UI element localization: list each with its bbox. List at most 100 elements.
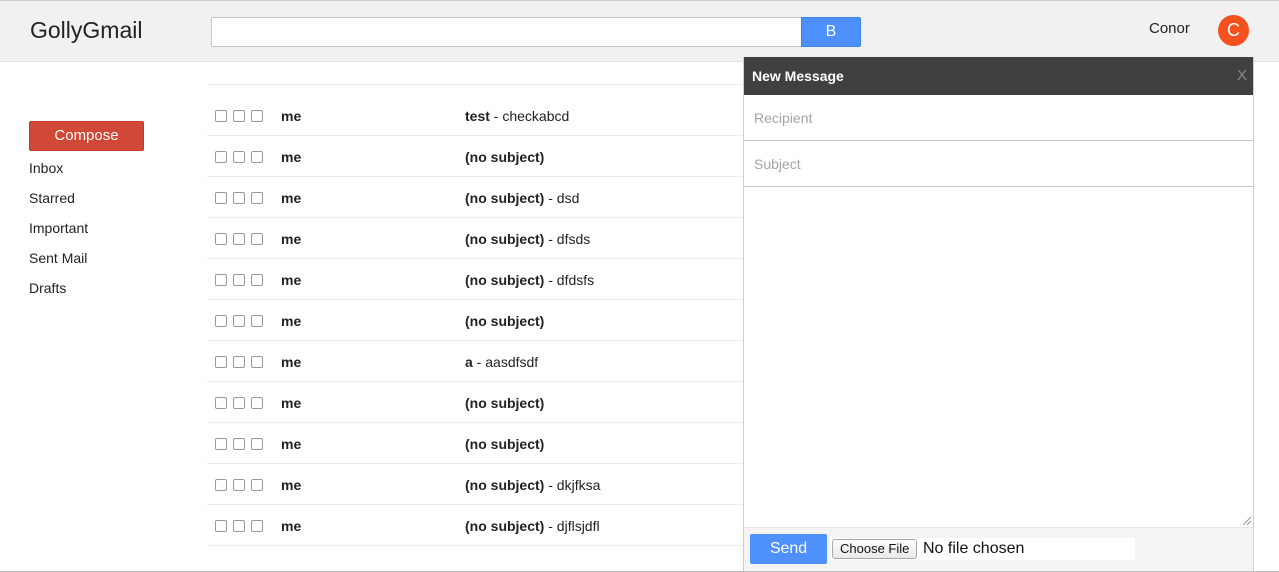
star-checkbox[interactable] bbox=[233, 192, 245, 204]
select-checkbox[interactable] bbox=[215, 520, 227, 532]
important-checkbox[interactable] bbox=[251, 192, 263, 204]
email-subject: (no subject) bbox=[465, 477, 545, 493]
table-row[interactable]: me (no subject) - dsd bbox=[207, 177, 743, 218]
important-checkbox[interactable] bbox=[251, 438, 263, 450]
important-checkbox[interactable] bbox=[251, 356, 263, 368]
email-subject-line: (no subject) - dfsds bbox=[465, 231, 590, 247]
email-subject-line: (no subject) bbox=[465, 149, 544, 165]
important-checkbox[interactable] bbox=[251, 233, 263, 245]
snippet-separator: - bbox=[544, 272, 557, 288]
table-row[interactable]: me test - checkabcd bbox=[207, 95, 743, 136]
email-subject-line: (no subject) - dsd bbox=[465, 190, 579, 206]
compose-window: New Message X Send Choose File No file c… bbox=[743, 57, 1254, 572]
select-checkbox[interactable] bbox=[215, 356, 227, 368]
recipient-row bbox=[744, 95, 1253, 141]
sidebar-item-important[interactable]: Important bbox=[29, 218, 88, 248]
star-checkbox[interactable] bbox=[233, 233, 245, 245]
email-subject: a bbox=[465, 354, 473, 370]
email-subject-line: a - aasdfsdf bbox=[465, 354, 538, 370]
sidebar-item-sent-mail[interactable]: Sent Mail bbox=[29, 248, 88, 278]
email-subject-line: (no subject) - dkjfksa bbox=[465, 477, 600, 493]
star-checkbox[interactable] bbox=[233, 274, 245, 286]
important-checkbox[interactable] bbox=[251, 315, 263, 327]
star-checkbox[interactable] bbox=[233, 520, 245, 532]
star-checkbox[interactable] bbox=[233, 315, 245, 327]
sidebar-item-starred[interactable]: Starred bbox=[29, 188, 88, 218]
compose-footer: Send Choose File No file chosen bbox=[744, 527, 1253, 572]
email-sender: me bbox=[281, 436, 302, 452]
star-checkbox[interactable] bbox=[233, 479, 245, 491]
table-row[interactable]: me (no subject) bbox=[207, 382, 743, 423]
compose-button[interactable]: Compose bbox=[29, 121, 144, 151]
snippet-separator: - bbox=[544, 518, 557, 534]
send-button[interactable]: Send bbox=[750, 534, 827, 564]
important-checkbox[interactable] bbox=[251, 274, 263, 286]
email-subject-line: (no subject) - djflsjdfl bbox=[465, 518, 600, 534]
select-checkbox[interactable] bbox=[215, 397, 227, 409]
select-checkbox[interactable] bbox=[215, 192, 227, 204]
message-body[interactable] bbox=[744, 187, 1253, 527]
table-row[interactable]: me (no subject) - djflsjdfl bbox=[207, 505, 743, 546]
email-sender: me bbox=[281, 354, 302, 370]
select-checkbox[interactable] bbox=[215, 438, 227, 450]
important-checkbox[interactable] bbox=[251, 479, 263, 491]
table-row[interactable]: me a - aasdfsdf bbox=[207, 341, 743, 382]
table-row[interactable]: me (no subject) bbox=[207, 136, 743, 177]
table-row[interactable]: me (no subject) - dfdsfs bbox=[207, 259, 743, 300]
important-checkbox[interactable] bbox=[251, 110, 263, 122]
email-subject: test bbox=[465, 108, 490, 124]
compose-title: New Message bbox=[752, 68, 844, 84]
email-subject: (no subject) bbox=[465, 231, 545, 247]
star-checkbox[interactable] bbox=[233, 110, 245, 122]
email-sender: me bbox=[281, 149, 302, 165]
compose-header: New Message X bbox=[744, 57, 1253, 95]
email-sender: me bbox=[281, 108, 302, 124]
email-subject-line: (no subject) bbox=[465, 436, 544, 452]
sidebar-item-drafts[interactable]: Drafts bbox=[29, 278, 88, 308]
important-checkbox[interactable] bbox=[251, 397, 263, 409]
recipient-field[interactable] bbox=[744, 95, 1253, 140]
email-sender: me bbox=[281, 313, 302, 329]
choose-file-button[interactable]: Choose File bbox=[832, 539, 918, 559]
email-snippet: aasdfsdf bbox=[485, 354, 539, 370]
subject-field[interactable] bbox=[744, 141, 1253, 186]
email-subject: (no subject) bbox=[465, 518, 545, 534]
email-subject-line: (no subject) bbox=[465, 313, 544, 329]
top-bar: GollyGmail B Conor C bbox=[0, 0, 1279, 62]
close-icon[interactable]: X bbox=[1237, 67, 1247, 84]
select-checkbox[interactable] bbox=[215, 151, 227, 163]
search-input[interactable] bbox=[211, 17, 802, 47]
email-snippet: dfsds bbox=[556, 231, 591, 247]
table-row[interactable]: me (no subject) bbox=[207, 423, 743, 464]
app-logo[interactable]: GollyGmail bbox=[30, 17, 142, 44]
table-row[interactable]: me (no subject) - dfsds bbox=[207, 218, 743, 259]
snippet-separator: - bbox=[544, 190, 557, 206]
important-checkbox[interactable] bbox=[251, 520, 263, 532]
file-input: Choose File No file chosen bbox=[831, 538, 1135, 560]
select-checkbox[interactable] bbox=[215, 274, 227, 286]
important-checkbox[interactable] bbox=[251, 151, 263, 163]
table-row[interactable]: me (no subject) bbox=[207, 300, 743, 341]
email-sender: me bbox=[281, 190, 302, 206]
email-subject: (no subject) bbox=[465, 149, 545, 165]
email-sender: me bbox=[281, 477, 302, 493]
table-row[interactable]: me (no subject) - dkjfksa bbox=[207, 464, 743, 505]
search-button[interactable]: B bbox=[801, 17, 861, 47]
select-checkbox[interactable] bbox=[215, 479, 227, 491]
resize-grip-icon[interactable] bbox=[1243, 517, 1251, 525]
email-subject: (no subject) bbox=[465, 190, 545, 206]
sidebar-item-inbox[interactable]: Inbox bbox=[29, 158, 88, 188]
star-checkbox[interactable] bbox=[233, 438, 245, 450]
email-sender: me bbox=[281, 272, 302, 288]
star-checkbox[interactable] bbox=[233, 356, 245, 368]
star-checkbox[interactable] bbox=[233, 397, 245, 409]
email-list: me test - checkabcd me (no subject) me (no su… bbox=[207, 84, 743, 546]
select-checkbox[interactable] bbox=[215, 110, 227, 122]
subject-row bbox=[744, 141, 1253, 187]
email-snippet: dkjfksa bbox=[556, 477, 601, 493]
star-checkbox[interactable] bbox=[233, 151, 245, 163]
user-name: Conor bbox=[1149, 20, 1190, 37]
avatar[interactable]: C bbox=[1218, 15, 1249, 46]
select-checkbox[interactable] bbox=[215, 315, 227, 327]
select-checkbox[interactable] bbox=[215, 233, 227, 245]
